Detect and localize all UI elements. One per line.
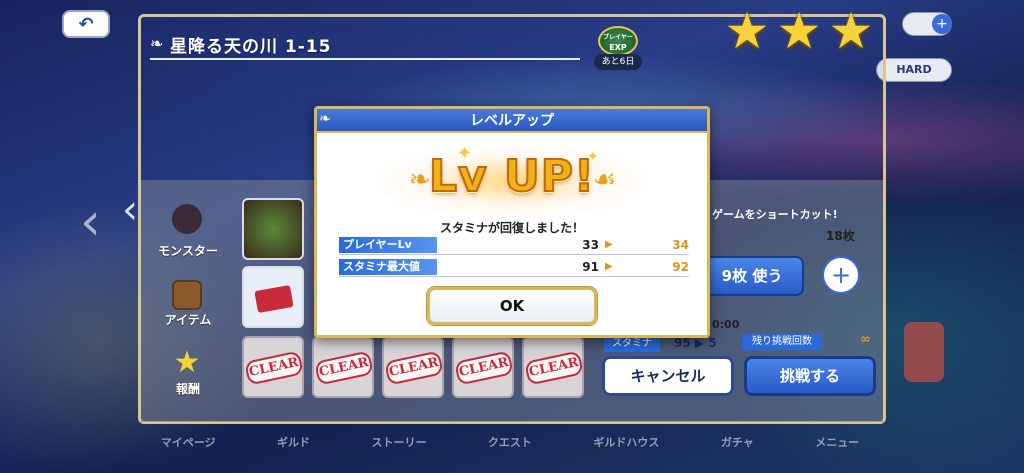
- reward-tile[interactable]: CLEAR: [312, 336, 374, 398]
- stat-new-value: 92: [672, 260, 689, 274]
- exp-days-remaining: あと6日: [594, 54, 642, 70]
- nav-item[interactable]: ガチャ: [721, 434, 754, 450]
- triangle-right-icon: ▶: [605, 261, 613, 272]
- plus-icon[interactable]: +: [822, 256, 860, 294]
- stat-label: スタミナ最大値: [339, 259, 437, 275]
- back-arrow-icon: ↶: [78, 13, 94, 35]
- prev-stage-arrow-icon[interactable]: ‹: [80, 196, 110, 248]
- ok-button[interactable]: OK: [427, 287, 597, 325]
- stage-title: 星降る天の川 1-15: [170, 37, 332, 57]
- star-icon: ★: [776, 2, 822, 60]
- dialog-title: レベルアップ: [317, 109, 707, 133]
- stat-label: プレイヤーLv: [339, 237, 437, 253]
- lv-up-title: Lv UP!: [428, 150, 596, 203]
- item-thumbnail[interactable]: [242, 266, 304, 328]
- monster-icon: [172, 204, 202, 234]
- challenge-button[interactable]: 挑戦する: [744, 356, 876, 396]
- stat-new-value: 34: [672, 238, 689, 252]
- stamina-cost: 95 ▶ 5: [674, 336, 717, 350]
- clear-stamp: CLEAR: [454, 350, 514, 386]
- stamina-recovered-message: スタミナが回復しました！: [439, 221, 584, 235]
- reward-label: 報酬: [175, 382, 200, 396]
- event-banner-icon[interactable]: [904, 322, 944, 382]
- stat-old-value: 33: [582, 238, 599, 252]
- star-icon: ★: [828, 2, 874, 60]
- retry-count-value: ∞: [860, 332, 871, 347]
- difficulty-pill[interactable]: HARD: [876, 58, 952, 82]
- retry-count-label: 残り挑戦回数: [742, 334, 822, 350]
- clear-stamp: CLEAR: [244, 350, 304, 386]
- ticket-count: 18枚: [826, 229, 855, 243]
- clear-stamp: CLEAR: [524, 350, 584, 386]
- stat-row-max-stamina: スタミナ最大値 91 ▶ 92: [339, 259, 689, 277]
- level-up-dialog: レベルアップ ❧ ✦ ✦ ❧ ☙ Lv UP! スタミナが回復しました！ プレイ…: [314, 106, 710, 338]
- reward-tile[interactable]: CLEAR: [522, 336, 584, 398]
- clear-stamp: CLEAR: [314, 350, 374, 386]
- stat-row-player-level: プレイヤーLv 33 ▶ 34: [339, 237, 689, 255]
- stamina-label: スタミナ: [604, 336, 660, 352]
- nav-item[interactable]: マイページ: [161, 434, 216, 450]
- exp-badge-main: EXP: [609, 43, 627, 52]
- plus-icon[interactable]: +: [932, 14, 952, 34]
- corner-ornament-icon: ❧: [319, 111, 331, 127]
- item-label: アイテム: [164, 313, 212, 327]
- monster-label: モンスター: [158, 244, 218, 258]
- stat-old-value: 91: [582, 260, 599, 274]
- nav-item[interactable]: クエスト: [488, 434, 532, 450]
- nav-item[interactable]: メニュー: [815, 434, 859, 450]
- reward-tile[interactable]: CLEAR: [382, 336, 444, 398]
- reward-tile[interactable]: CLEAR: [452, 336, 514, 398]
- nav-item[interactable]: ストーリー: [371, 434, 426, 450]
- use-tickets-button[interactable]: 9枚 使う: [700, 256, 804, 296]
- cancel-button[interactable]: キャンセル: [602, 356, 734, 396]
- time-text: 0:00: [712, 318, 740, 331]
- triangle-right-icon: ▶: [605, 239, 613, 250]
- monster-thumbnail[interactable]: [242, 198, 304, 260]
- shortcut-text: ゲームをショートカット!: [712, 208, 838, 221]
- clear-stamp: CLEAR: [384, 350, 444, 386]
- nav-item[interactable]: ギルドハウス: [593, 434, 659, 450]
- back-button[interactable]: ↶: [62, 10, 110, 38]
- treasure-chest-icon: [172, 280, 202, 310]
- nav-item[interactable]: ギルド: [277, 434, 310, 450]
- star-icon: ★: [173, 345, 201, 380]
- reward-tile[interactable]: CLEAR: [242, 336, 304, 398]
- exp-badge-top: ブレイヤー: [603, 34, 633, 41]
- star-icon: ★: [724, 2, 770, 60]
- bottom-nav: マイページ ギルド ストーリー クエスト ギルドハウス ガチャ メニュー: [130, 424, 890, 460]
- exp-boost-badge: ブレイヤー EXP: [598, 26, 638, 56]
